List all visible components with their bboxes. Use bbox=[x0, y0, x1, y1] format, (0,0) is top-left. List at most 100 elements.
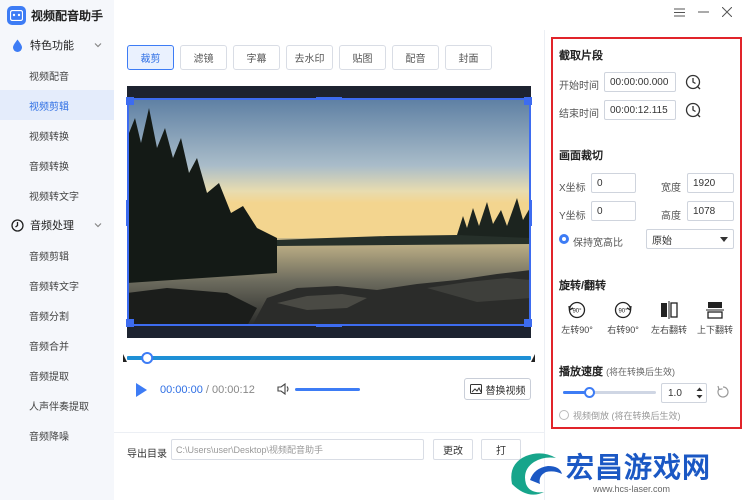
crop-handle-mr[interactable] bbox=[529, 200, 532, 226]
video-preview bbox=[126, 86, 532, 338]
close-icon[interactable] bbox=[721, 6, 733, 18]
rotate-section-title: 旋转/翻转 bbox=[559, 280, 607, 292]
clock-icon[interactable] bbox=[685, 74, 701, 90]
menu-icon[interactable] bbox=[673, 6, 685, 18]
play-button[interactable] bbox=[132, 381, 150, 399]
tab-filter[interactable]: 滤镜 bbox=[180, 45, 227, 70]
sidebar-item-audio-to-text[interactable]: 音频转文字 bbox=[0, 270, 114, 300]
y-coord-input[interactable]: 0 bbox=[591, 201, 636, 221]
width-input[interactable]: 1920 bbox=[687, 173, 734, 193]
tab-subtitle[interactable]: 字幕 bbox=[233, 45, 280, 70]
section-audio[interactable]: 音频处理 bbox=[0, 210, 114, 240]
watermark-url: www.hcs-laser.com bbox=[593, 484, 671, 494]
tab-cover[interactable]: 封面 bbox=[445, 45, 492, 70]
replace-video-button[interactable]: 替换视频 bbox=[464, 378, 531, 400]
width-label: 宽度 bbox=[661, 183, 681, 194]
tab-sticker[interactable]: 贴图 bbox=[339, 45, 386, 70]
crop-handle-bc[interactable] bbox=[316, 324, 342, 327]
crop-box[interactable] bbox=[126, 97, 532, 327]
rotate-right-button[interactable]: 90° 右转90° bbox=[601, 301, 645, 336]
section-label: 音频处理 bbox=[30, 220, 74, 232]
trim-end-marker[interactable] bbox=[531, 354, 535, 362]
sidebar-item-audio-split[interactable]: 音频分割 bbox=[0, 300, 114, 330]
chevron-down-icon bbox=[94, 43, 102, 48]
change-dir-button[interactable]: 更改 bbox=[433, 439, 473, 460]
current-time: 00:00:00 bbox=[160, 384, 203, 396]
y-coord-label: Y坐标 bbox=[559, 211, 586, 222]
tab-dubbing[interactable]: 配音 bbox=[392, 45, 439, 70]
start-time-input[interactable]: 00:00:00.000 bbox=[604, 72, 676, 92]
crop-handle-tc[interactable] bbox=[316, 97, 342, 100]
end-time-label: 结束时间 bbox=[559, 109, 599, 120]
watermark-logo-icon bbox=[511, 453, 562, 495]
volume-slider[interactable] bbox=[295, 388, 360, 391]
spinner-arrows-icon[interactable] bbox=[696, 386, 703, 400]
sidebar-item-vocal-extract[interactable]: 人声伴奏提取 bbox=[0, 390, 114, 420]
reverse-label: 视频倒放 bbox=[573, 411, 610, 421]
export-dir-label: 导出目录 bbox=[127, 449, 167, 460]
trim-start-marker[interactable] bbox=[123, 354, 127, 362]
end-time-input[interactable]: 00:00:12.115 bbox=[604, 100, 676, 120]
app-title: 视频配音助手 bbox=[31, 8, 104, 23]
time-separator: / bbox=[202, 384, 212, 396]
section-featured[interactable]: 特色功能 bbox=[0, 30, 114, 60]
app-header: 视频配音助手 bbox=[0, 0, 114, 30]
settings-panel: 截取片段 开始时间 00:00:00.000 结束时间 00:00:12.115… bbox=[551, 37, 742, 429]
export-path-field[interactable]: C:\Users\user\Desktop\视频配音助手 bbox=[171, 439, 424, 460]
sidebar-item-video-to-text[interactable]: 视频转文字 bbox=[0, 180, 114, 210]
flip-horizontal-button[interactable]: 左右翻转 bbox=[647, 301, 691, 336]
crop-handle-tr[interactable] bbox=[524, 97, 532, 105]
sidebar-item-video-dubbing[interactable]: 视频配音 bbox=[0, 60, 114, 90]
crop-handle-br[interactable] bbox=[524, 319, 532, 327]
clip-section-title: 截取片段 bbox=[559, 50, 603, 62]
panel-divider bbox=[544, 30, 545, 500]
x-coord-input[interactable]: 0 bbox=[591, 173, 636, 193]
keep-ratio-radio[interactable] bbox=[559, 234, 569, 244]
clock-icon[interactable] bbox=[685, 102, 701, 118]
divider bbox=[114, 432, 544, 433]
speed-note: (将在转换后生效) bbox=[606, 367, 676, 377]
height-label: 高度 bbox=[661, 211, 681, 222]
sidebar-item-audio-cut[interactable]: 音频剪辑 bbox=[0, 240, 114, 270]
total-time: 00:00:12 bbox=[212, 384, 255, 396]
keep-ratio-label: 保持宽高比 bbox=[573, 238, 623, 249]
ratio-select[interactable]: 原始 bbox=[646, 229, 734, 249]
height-input[interactable]: 1078 bbox=[687, 201, 734, 221]
x-coord-label: X坐标 bbox=[559, 183, 586, 194]
sidebar-item-video-edit[interactable]: 视频剪辑 bbox=[0, 90, 114, 120]
flip-vertical-label: 上下翻转 bbox=[696, 325, 733, 335]
speed-slider-knob[interactable] bbox=[584, 387, 596, 398]
speed-value: 1.0 bbox=[668, 387, 682, 399]
volume-icon[interactable] bbox=[277, 382, 291, 396]
tab-crop[interactable]: 裁剪 bbox=[127, 45, 174, 70]
flip-vertical-button[interactable]: 上下翻转 bbox=[693, 301, 737, 336]
clock-icon bbox=[10, 218, 24, 232]
playhead[interactable] bbox=[141, 352, 154, 364]
timeline[interactable] bbox=[123, 352, 535, 364]
sidebar-item-denoise[interactable]: 音频降噪 bbox=[0, 420, 114, 450]
sidebar-item-audio-extract[interactable]: 音频提取 bbox=[0, 360, 114, 390]
rotate-left-button[interactable]: 90° 左转90° bbox=[555, 301, 599, 336]
sidebar-item-audio-convert[interactable]: 音频转换 bbox=[0, 150, 114, 180]
rotate-right-icon-text: 90° bbox=[618, 309, 628, 315]
rotate-right-icon: 90° bbox=[614, 301, 632, 319]
flip-horizontal-label: 左右翻转 bbox=[650, 325, 687, 335]
rotate-left-icon: 90° bbox=[568, 301, 586, 319]
flip-vertical-icon bbox=[706, 302, 724, 319]
tab-remove-watermark[interactable]: 去水印 bbox=[286, 45, 333, 70]
reverse-video-radio[interactable] bbox=[559, 410, 569, 420]
minimize-icon[interactable] bbox=[697, 6, 709, 18]
speed-title: 播放速度 bbox=[559, 366, 603, 378]
crop-handle-tl[interactable] bbox=[126, 97, 134, 105]
crop-handle-bl[interactable] bbox=[126, 319, 134, 327]
reverse-note: (将在转换后生效) bbox=[611, 411, 681, 421]
sidebar-item-audio-merge[interactable]: 音频合并 bbox=[0, 330, 114, 360]
speed-input[interactable]: 1.0 bbox=[661, 383, 707, 403]
crop-handle-ml[interactable] bbox=[126, 200, 129, 226]
window-controls bbox=[673, 6, 733, 18]
sidebar-item-video-convert[interactable]: 视频转换 bbox=[0, 120, 114, 150]
speed-slider[interactable] bbox=[563, 387, 656, 398]
reset-icon[interactable] bbox=[716, 385, 730, 399]
crop-section-title: 画面裁切 bbox=[559, 150, 603, 162]
rotate-left-label: 左转90° bbox=[561, 325, 593, 335]
